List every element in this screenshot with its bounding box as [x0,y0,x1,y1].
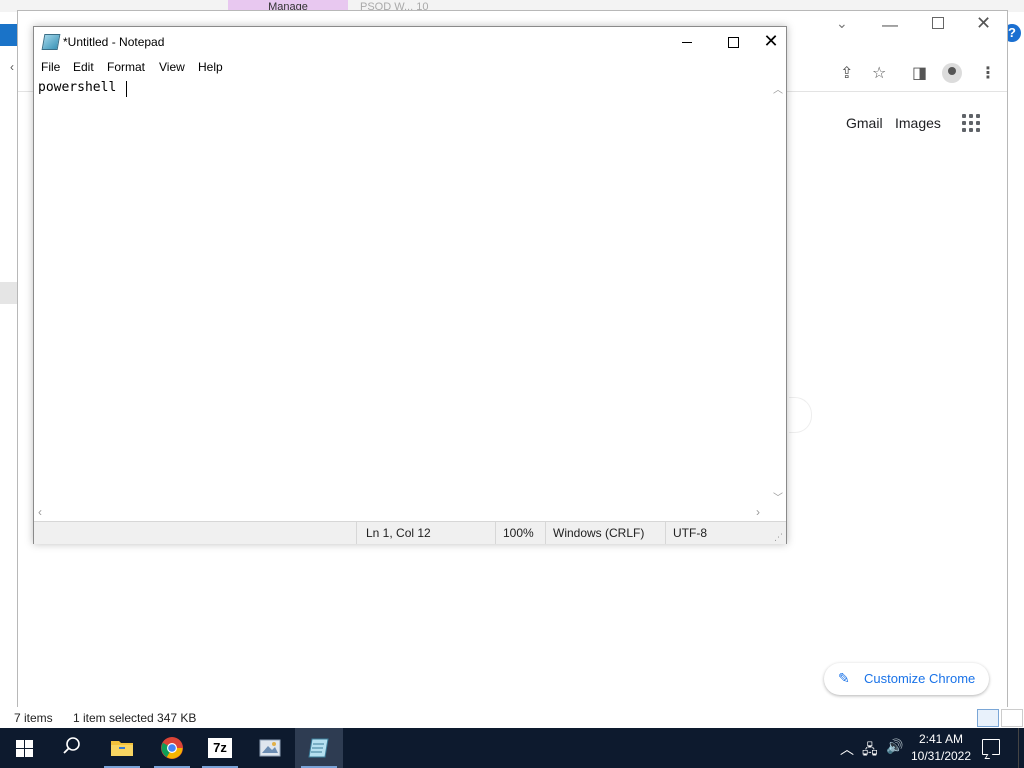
notification-icon[interactable] [982,739,1000,755]
chrome-icon [161,737,183,759]
status-divider [665,522,666,544]
tab-search-chevron-icon[interactable]: ⌄ [836,15,848,32]
notepad-title-bar[interactable]: *Untitled - Notepad ✕ [34,27,786,57]
maximize-button[interactable] [710,27,756,57]
paint-icon [259,739,281,757]
vertical-scrollbar[interactable] [770,77,786,504]
back-arrow-icon[interactable]: ‹ [10,60,14,74]
images-link[interactable]: Images [895,115,941,131]
notepad-title: *Untitled - Notepad [63,35,165,49]
pencil-icon: ✎ [838,670,850,686]
taskbar-paint[interactable] [246,728,294,768]
show-hidden-icons-icon[interactable]: ︿ [840,739,854,759]
apps-icon[interactable] [962,114,982,134]
search-icon[interactable] [62,736,82,756]
windows-start-icon[interactable] [16,740,33,757]
clock-date[interactable]: 10/31/2022 [906,749,976,763]
close-button[interactable]: ✕ [756,27,786,57]
cursor-position: Ln 1, Col 12 [366,526,431,540]
notepad-status-bar: Ln 1, Col 12 100% Windows (CRLF) UTF-8 ⋰ [34,521,786,544]
horizontal-scrollbar[interactable] [34,504,770,520]
side-panel-icon[interactable]: ◨ [912,63,927,83]
clock-time[interactable]: 2:41 AM [910,732,972,746]
customize-chrome-label: Customize Chrome [864,671,976,686]
chrome-minimize-button[interactable]: — [882,17,898,35]
scroll-down-arrow-icon[interactable]: ﹀ [773,489,783,504]
network-icon[interactable]: 🖧 [862,739,878,763]
profile-avatar[interactable] [942,63,962,83]
menu-view[interactable]: View [159,60,185,74]
resize-grip-icon[interactable]: ⋰ [774,532,783,543]
menu-format[interactable]: Format [107,60,145,74]
customize-chrome-button[interactable]: ✎ Customize Chrome [824,663,989,695]
zoom-level: 100% [503,526,534,540]
taskbar-chrome[interactable] [148,728,196,768]
menu-edit[interactable]: Edit [73,60,94,74]
explorer-item-count: 7 items [14,711,53,725]
folder-icon [111,741,133,756]
text-caret [126,81,127,97]
notepad-icon [308,738,329,758]
gmail-link[interactable]: Gmail [846,115,883,131]
explorer-nav-selected-item[interactable] [0,282,17,304]
status-divider [356,522,357,544]
large-icons-view-icon[interactable] [1001,709,1023,727]
taskbar-notepad[interactable] [295,728,343,768]
status-divider [495,522,496,544]
menu-help[interactable]: Help [198,60,223,74]
line-ending: Windows (CRLF) [553,526,645,540]
taskbar-7zip[interactable]: 7z [196,728,244,768]
explorer-selection-info: 1 item selected 347 KB [73,711,197,725]
notepad-window: *Untitled - Notepad ✕ File Edit Format V… [33,26,787,544]
scroll-left-arrow-icon[interactable]: ‹ [38,505,42,519]
show-desktop-button[interactable] [1018,728,1024,768]
chrome-maximize-button[interactable] [932,17,944,29]
notepad-text-content: powershell [38,80,125,95]
scroll-up-arrow-icon[interactable]: ︿ [773,81,783,96]
volume-icon[interactable]: 🔊 [886,738,903,755]
status-divider [545,522,546,544]
notepad-text-area[interactable]: powershell [34,77,770,504]
star-icon[interactable]: ☆ [872,63,886,83]
chrome-close-button[interactable]: ✕ [976,13,991,34]
notepad-app-icon[interactable] [41,34,61,50]
encoding: UTF-8 [673,526,707,540]
explorer-ribbon-accent [0,24,17,46]
notepad-menu-bar: File Edit Format View Help [34,57,786,77]
menu-file[interactable]: File [41,60,60,74]
share-icon[interactable]: ⇪ [840,63,853,83]
more-menu-icon[interactable]: ⋮ [980,63,996,83]
7zip-icon: 7z [208,738,232,758]
scroll-right-arrow-icon[interactable]: › [756,505,760,519]
minimize-button[interactable] [664,27,710,57]
taskbar-file-explorer[interactable] [98,728,146,768]
chrome-side-shadow [789,397,812,433]
scrollbar-corner [770,504,786,520]
details-view-icon[interactable] [977,709,999,727]
